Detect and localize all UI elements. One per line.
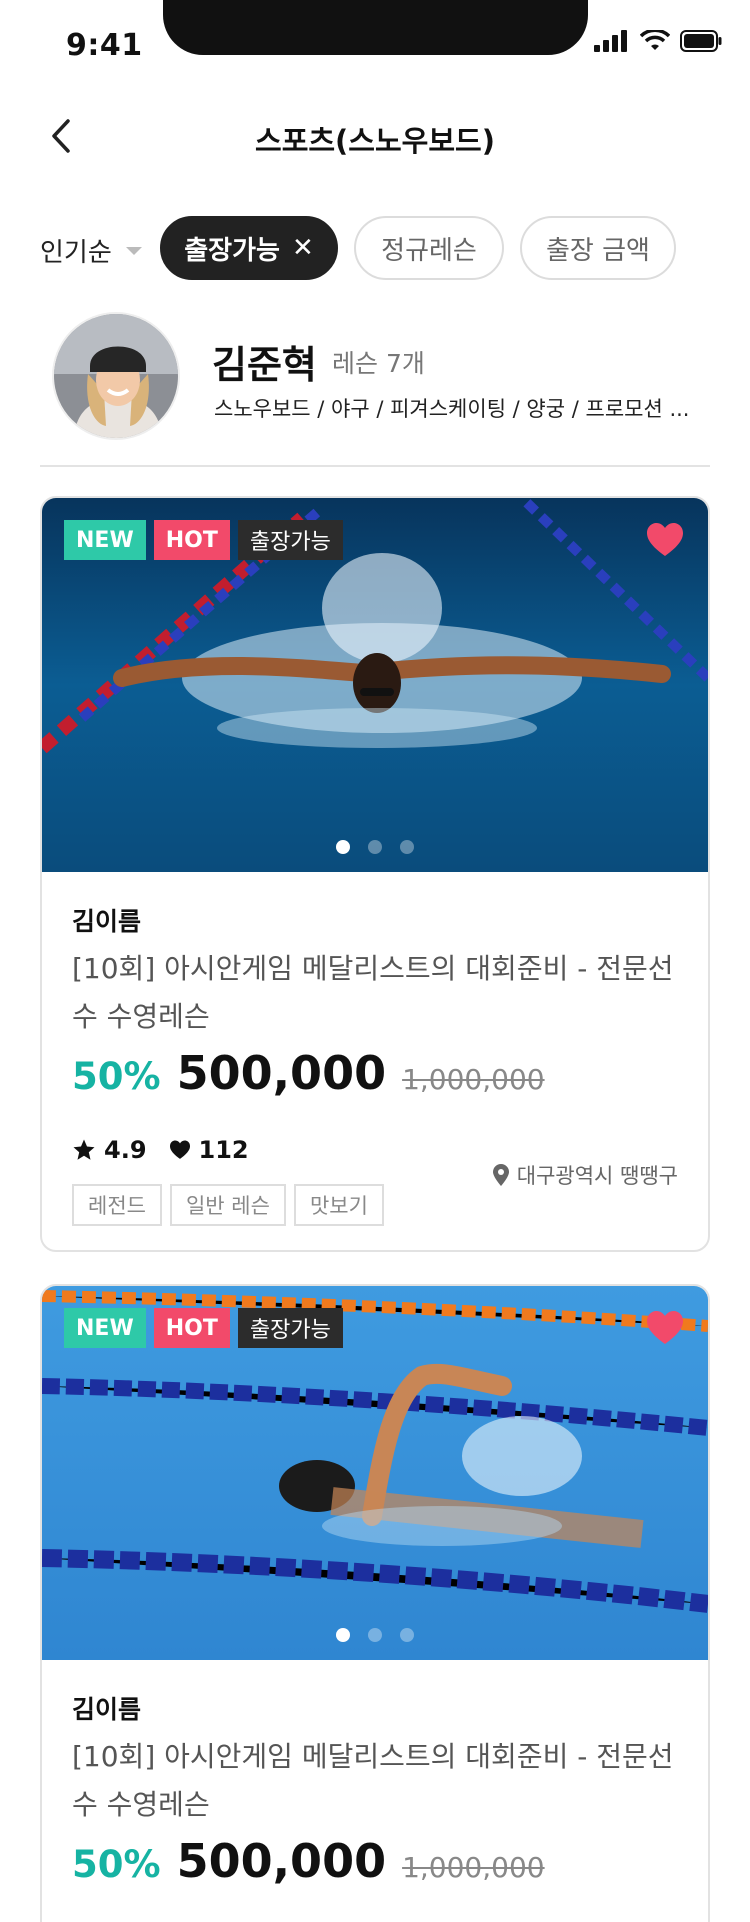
lesson-title: [10회] 아시안게임 메달리스트의 대회준비 - 전문선수 수영레슨 [72,1740,674,1821]
card-instructor-name: 김이름 [72,907,142,936]
tag[interactable]: 맛보기 [293,1184,384,1226]
lesson-count: 레슨 7개 [332,349,425,378]
original-price: 1,000,000 [402,1063,545,1096]
discount-rate: 50% [72,1843,161,1886]
sale-price: 500,000 [176,1046,387,1100]
carousel-dot[interactable] [336,840,350,854]
heart-icon[interactable] [646,522,684,558]
status-time: 9:41 [66,28,143,63]
location-pin-icon [492,1164,509,1186]
tag[interactable]: 레전드 [72,1184,162,1226]
wifi-icon [640,30,670,50]
tag-list: 레전드 일반 레슨 맛보기 [72,1184,384,1226]
sort-label: 인기순 [40,238,112,268]
device-notch [163,0,588,55]
badge-group: NEW HOT 출장가능 [64,520,343,560]
like-count: 112 [198,1136,249,1164]
carousel-dot[interactable] [368,840,382,854]
like-heart-icon [169,1140,190,1159]
chip-label: 출장 금액 [546,235,650,266]
carousel-indicator [42,840,708,854]
cellular-signal-icon [594,30,627,52]
filter-chip-regular-lesson[interactable]: 정규레슨 [354,216,504,280]
carousel-indicator [42,1628,708,1642]
price-row: 50% 500,000 1,000,000 [72,1834,545,1888]
new-badge: NEW [64,1308,146,1348]
heart-icon[interactable] [646,1310,684,1346]
location: 대구광역시 땡땡구 [492,1160,678,1190]
stats-row: 4.9 112 [72,1136,249,1164]
lesson-card[interactable]: NEW HOT 출장가능 김이름 [10회] 아시안게임 메달리스트의 대회준비… [40,496,710,1252]
sort-dropdown[interactable]: 인기순 [40,232,142,269]
carousel-dot[interactable] [400,840,414,854]
card-instructor-name: 김이름 [72,1695,142,1724]
travel-badge: 출장가능 [237,1308,343,1348]
sale-price: 500,000 [176,1834,387,1888]
star-icon [73,1139,95,1160]
carousel-dot[interactable] [368,1628,382,1642]
carousel-dot[interactable] [400,1628,414,1642]
original-price: 1,000,000 [402,1851,545,1884]
close-icon[interactable]: ✕ [292,233,314,263]
avatar-portrait-image [54,314,178,438]
chip-label: 정규레슨 [381,235,477,266]
lesson-image[interactable]: NEW HOT 출장가능 [42,1286,708,1660]
filter-chip-travel-available[interactable]: 출장가능 ✕ [160,216,338,280]
location-text: 대구광역시 땡땡구 [516,1164,678,1188]
rating-value: 4.9 [104,1136,147,1164]
lesson-card[interactable]: NEW HOT 출장가능 김이름 [10회] 아시안게임 메달리스트의 대회준비… [40,1284,710,1922]
new-badge: NEW [64,520,146,560]
instructor-sports: 스노우보드 / 야구 / 피겨스케이팅 / 양궁 / 프로모션 ... [214,397,690,421]
chip-label: 출장가능 [184,235,280,266]
hot-badge: HOT [153,1308,230,1348]
page-title: 스포츠(스노우보드) [255,124,495,158]
instructor-avatar[interactable] [52,312,180,440]
status-icons [594,30,722,52]
chevron-down-icon [125,246,142,255]
badge-group: NEW HOT 출장가능 [64,1308,343,1348]
filter-chip-travel-fee[interactable]: 출장 금액 [520,216,676,280]
carousel-dot[interactable] [336,1628,350,1642]
instructor-name: 김준혁 [212,343,317,387]
discount-rate: 50% [72,1055,161,1098]
lesson-title: [10회] 아시안게임 메달리스트의 대회준비 - 전문선수 수영레슨 [72,952,674,1033]
divider [40,465,710,467]
battery-icon [680,30,722,52]
lesson-image[interactable]: NEW HOT 출장가능 [42,498,708,872]
tag[interactable]: 일반 레슨 [169,1184,286,1226]
hot-badge: HOT [153,520,230,560]
price-row: 50% 500,000 1,000,000 [72,1046,545,1100]
travel-badge: 출장가능 [237,520,343,560]
